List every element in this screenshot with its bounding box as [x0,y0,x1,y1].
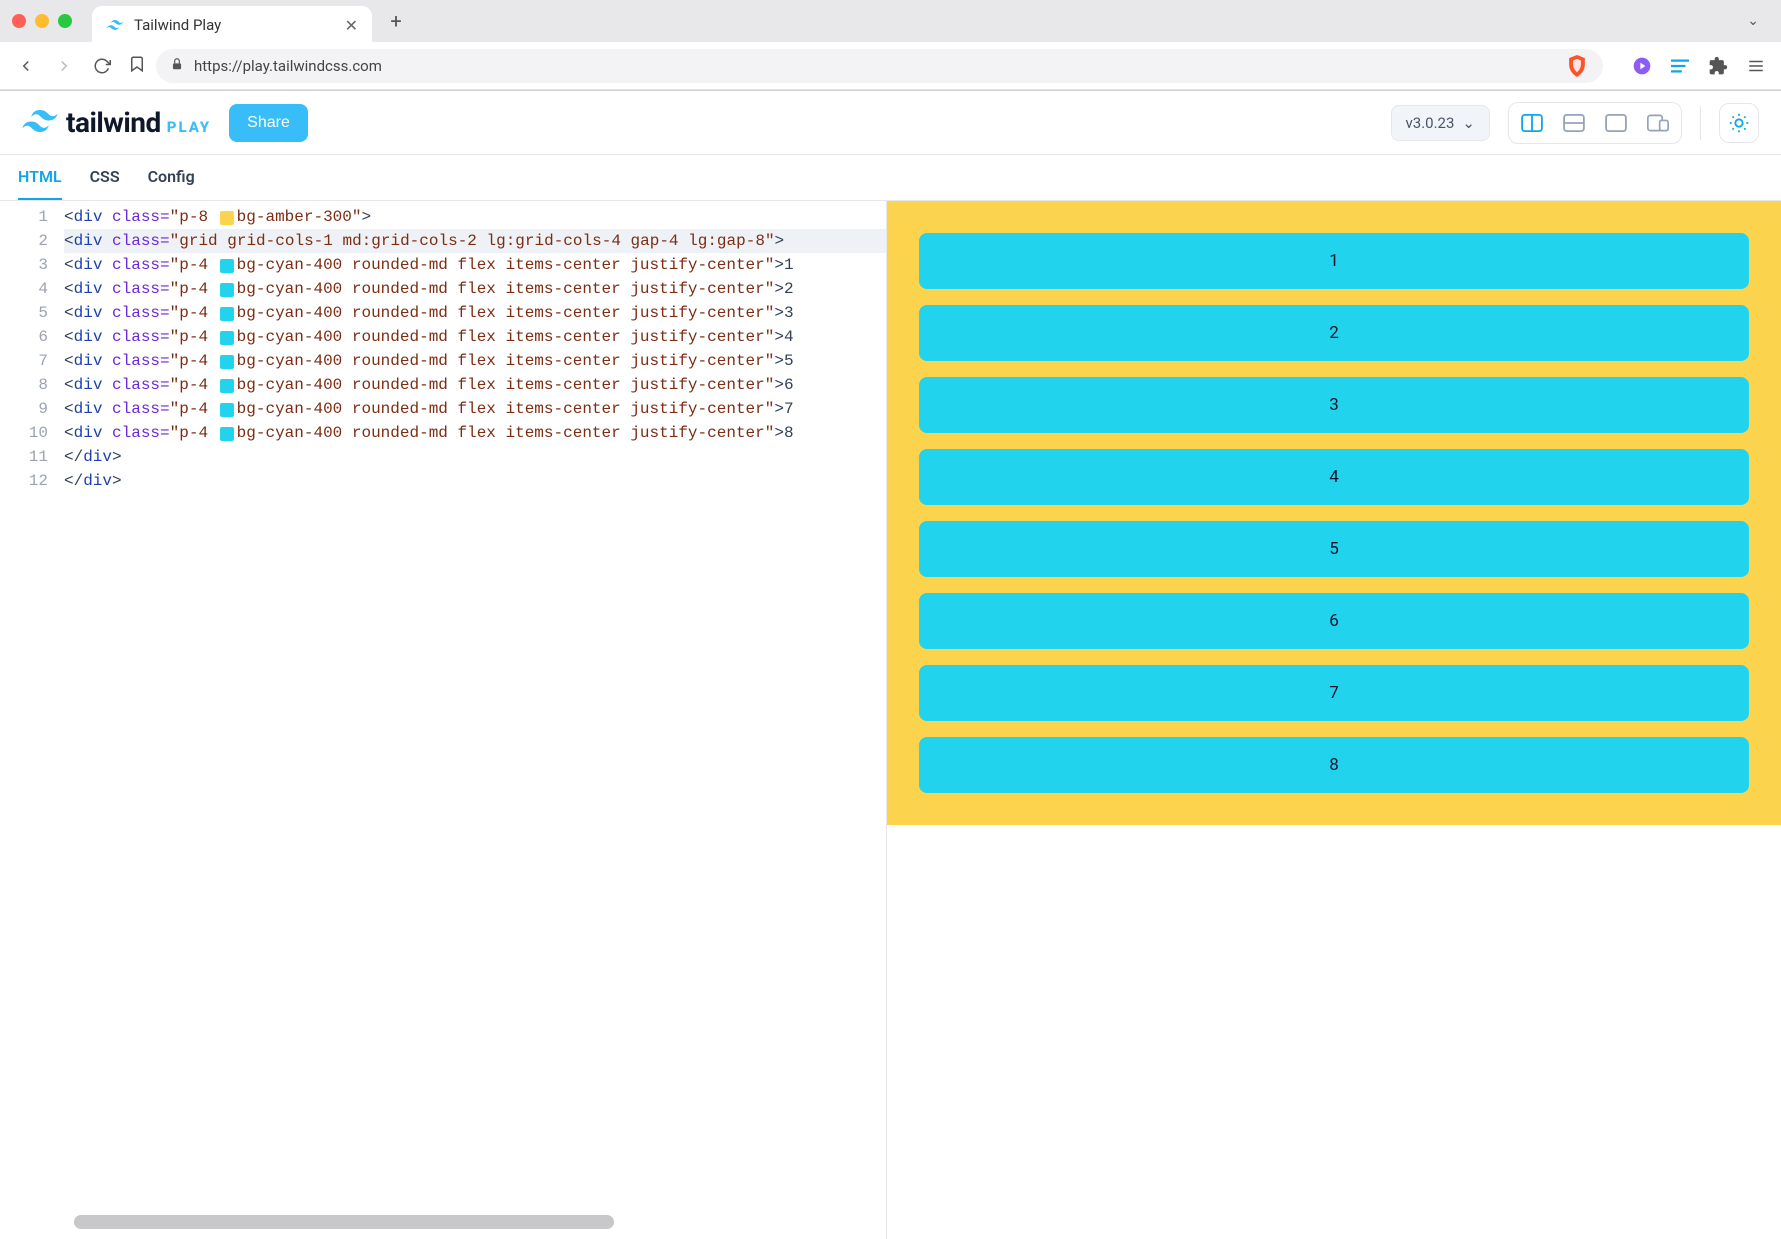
code-line[interactable]: </div> [64,445,886,469]
version-select[interactable]: v3.0.23 ⌄ [1391,105,1490,141]
code-line[interactable]: <div class="p-4 bg-cyan-400 rounded-md f… [64,397,886,421]
tab-favicon-icon [106,16,124,34]
code-line[interactable]: <div class="grid grid-cols-1 md:grid-col… [64,229,886,253]
preview-card: 8 [919,737,1749,793]
scrollbar-thumb[interactable] [74,1215,614,1229]
line-number: 7 [0,349,48,373]
extension-circle-icon[interactable] [1631,55,1653,77]
back-button[interactable] [14,54,38,78]
reload-button[interactable] [90,54,114,78]
window-close-icon[interactable] [12,14,26,28]
window-minimize-icon[interactable] [35,14,49,28]
bookmark-icon[interactable] [128,55,146,77]
browser-chrome: Tailwind Play ✕ + ⌄ https://play.tailwin… [0,0,1781,91]
code-line[interactable]: <div class="p-4 bg-cyan-400 rounded-md f… [64,349,886,373]
code-line[interactable]: <div class="p-4 bg-cyan-400 rounded-md f… [64,421,886,445]
logo-text: tailwind PLAY [66,106,211,139]
code-line[interactable]: </div> [64,469,886,493]
extension-icons [1631,55,1767,77]
line-number: 2 [0,229,48,253]
share-button[interactable]: Share [229,104,308,142]
editor-tabs: HTML CSS Config [0,155,1781,201]
tab-close-icon[interactable]: ✕ [345,16,358,35]
tabs-dropdown-icon[interactable]: ⌄ [1737,9,1769,33]
preview-card: 7 [919,665,1749,721]
browser-menu-icon[interactable] [1745,55,1767,77]
preview-card: 4 [919,449,1749,505]
line-number: 1 [0,205,48,229]
tab-strip: Tailwind Play ✕ + ⌄ [0,0,1781,42]
brave-shield-icon[interactable] [1567,55,1589,77]
code-editor[interactable]: <div class="p-8 bg-amber-300"> <div clas… [58,201,886,1239]
browser-tab[interactable]: Tailwind Play ✕ [92,6,372,44]
split-view: 123456789101112 <div class="p-8 bg-amber… [0,201,1781,1239]
new-tab-button[interactable]: + [382,7,410,35]
line-number: 10 [0,421,48,445]
logo[interactable]: tailwind PLAY [22,106,211,139]
tab-title: Tailwind Play [134,16,221,34]
app-header: tailwind PLAY Share v3.0.23 ⌄ [0,91,1781,155]
browser-toolbar: https://play.tailwindcss.com [0,42,1781,90]
layout-buttons [1508,102,1682,144]
preview-card: 2 [919,305,1749,361]
line-number-gutter: 123456789101112 [0,201,58,1239]
tab-config[interactable]: Config [148,155,195,200]
code-line[interactable]: <div class="p-4 bg-cyan-400 rounded-md f… [64,253,886,277]
preview-root: 1 2 3 4 5 6 7 8 [887,201,1781,825]
preview-card: 6 [919,593,1749,649]
line-number: 11 [0,445,48,469]
horizontal-scrollbar[interactable] [58,1215,886,1229]
code-line[interactable]: <div class="p-8 bg-amber-300"> [64,205,886,229]
tab-css[interactable]: CSS [90,155,120,200]
tab-html[interactable]: HTML [18,155,62,200]
preview-pane: 1 2 3 4 5 6 7 8 [887,201,1781,1239]
divider [1700,106,1701,140]
editor-pane: 123456789101112 <div class="p-8 bg-amber… [0,201,887,1239]
address-bar[interactable]: https://play.tailwindcss.com [156,49,1603,83]
line-number: 6 [0,325,48,349]
preview-grid: 1 2 3 4 5 6 7 8 [919,233,1749,793]
layout-horizontal-button[interactable] [1557,109,1591,137]
line-number: 3 [0,253,48,277]
url-text: https://play.tailwindcss.com [194,57,382,75]
preview-card: 3 [919,377,1749,433]
preview-card: 5 [919,521,1749,577]
logo-play-word: PLAY [167,118,211,136]
line-number: 5 [0,301,48,325]
lock-icon [170,57,184,75]
line-number: 8 [0,373,48,397]
line-number: 9 [0,397,48,421]
chevron-down-icon: ⌄ [1462,114,1475,132]
window-controls [12,14,72,28]
layout-vertical-button[interactable] [1515,109,1549,137]
code-line[interactable]: <div class="p-4 bg-cyan-400 rounded-md f… [64,301,886,325]
logo-mark-icon [22,110,58,136]
line-number: 4 [0,277,48,301]
layout-responsive-button[interactable] [1641,109,1675,137]
version-label: v3.0.23 [1406,114,1455,132]
address-wrap: https://play.tailwindcss.com [128,49,1603,83]
forward-button[interactable] [52,54,76,78]
extensions-puzzle-icon[interactable] [1707,55,1729,77]
code-line[interactable]: <div class="p-4 bg-cyan-400 rounded-md f… [64,325,886,349]
code-line[interactable]: <div class="p-4 bg-cyan-400 rounded-md f… [64,373,886,397]
layout-preview-button[interactable] [1599,109,1633,137]
code-line[interactable]: <div class="p-4 bg-cyan-400 rounded-md f… [64,277,886,301]
line-number: 12 [0,469,48,493]
extension-lines-icon[interactable] [1669,55,1691,77]
window-maximize-icon[interactable] [58,14,72,28]
header-right: v3.0.23 ⌄ [1391,102,1759,144]
logo-word: tailwind [66,106,161,139]
theme-toggle-button[interactable] [1719,103,1759,143]
preview-card: 1 [919,233,1749,289]
